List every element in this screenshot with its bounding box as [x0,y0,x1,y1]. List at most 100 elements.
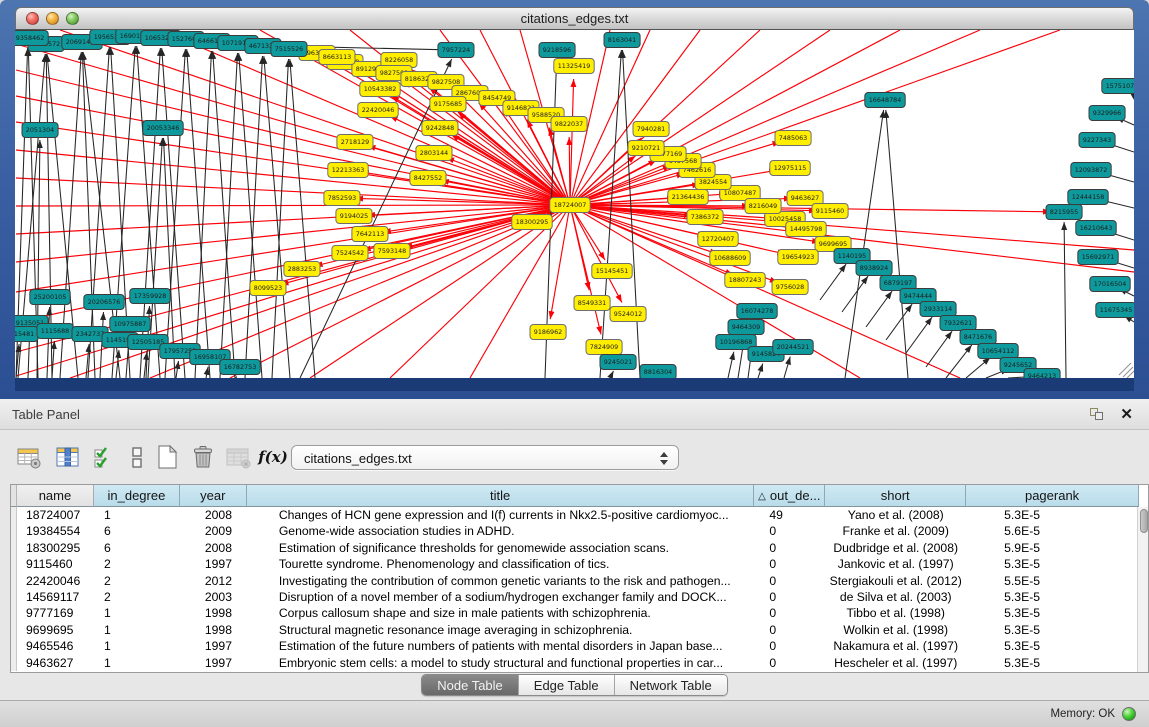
delete-column-icon[interactable] [188,442,218,472]
table-scrollbar-thumb[interactable] [1140,509,1148,533]
svg-text:3824554: 3824554 [699,178,727,186]
table-tab-bar: Node TableEdge TableNetwork Table [0,674,1149,700]
tab-node-table[interactable]: Node Table [422,675,519,695]
memory-status-indicator[interactable] [1122,707,1136,721]
cell-pagerank: 5.3E-5 [966,605,1139,621]
table-row[interactable]: 911546021997Tourette syndrome. Phenomeno… [11,556,1139,572]
tab-edge-table[interactable]: Edge Table [519,675,615,695]
column-header-title[interactable]: title [247,485,755,507]
cell-name: 18300295 [17,540,94,556]
column-header-out-de-[interactable]: △out_de... [754,485,825,507]
column-header-name[interactable]: name [17,485,94,507]
svg-text:14495798: 14495798 [790,225,823,233]
svg-text:9186962: 9186962 [534,328,562,336]
cell-title: Estimation of significance thresholds fo… [247,540,755,556]
table-row[interactable]: 1456911722003Disruption of a novel membe… [11,589,1139,605]
svg-text:8215955: 8215955 [1050,208,1078,216]
sort-ascending-icon: △ [758,491,766,502]
show-column-icon[interactable] [53,442,83,472]
cell-out-de-: 0 [754,573,825,589]
table-row[interactable]: 977716911998Corpus callosum shape and si… [11,605,1139,621]
table-row[interactable]: 1938455462009Genome-wide association stu… [11,523,1139,539]
cell-short: Nakamura et al. (1997) [825,638,966,654]
application-window: citations_edges.txt 18724007183002958601… [0,0,1149,727]
cell-name: 19384554 [17,523,94,539]
svg-text:12093872: 12093872 [1075,166,1108,174]
cell-in-degree: 1 [94,655,180,671]
table-row[interactable]: 1830029562008Estimation of significance … [11,540,1139,556]
svg-text:12213363: 12213363 [332,166,365,174]
network-window-titlebar[interactable]: citations_edges.txt [15,7,1134,30]
column-header-in-degree[interactable]: in_degree [94,485,180,507]
tab-network-table[interactable]: Network Table [615,675,727,695]
column-header-short[interactable]: short [825,485,966,507]
table-header-row: namein_degreeyeartitle△out_de...shortpag… [11,485,1139,507]
cell-name: 9115460 [17,556,94,572]
cell-in-degree: 2 [94,589,180,605]
cell-short: Dudbridge et al. (2008) [825,540,966,556]
cell-year: 2008 [180,540,247,556]
svg-text:7386372: 7386372 [691,213,719,221]
svg-text:2342737: 2342737 [76,330,104,338]
cell-short: Hescheler et al. (1997) [825,655,966,671]
svg-text:12505185: 12505185 [132,338,165,346]
cell-pagerank: 5.3E-5 [966,556,1139,572]
cell-short: Franke et al. (2009) [825,523,966,539]
row-height-icon[interactable] [122,442,152,472]
svg-text:10654112: 10654112 [982,347,1015,355]
cell-pagerank: 5.9E-5 [966,540,1139,556]
table-row[interactable]: 946554611997Estimation of the future num… [11,638,1139,654]
float-panel-icon[interactable] [1090,408,1105,421]
column-header-year[interactable]: year [180,485,247,507]
svg-text:9463627: 9463627 [791,194,819,202]
svg-text:8549331: 8549331 [578,299,606,307]
table-row[interactable]: 1872400712008Changes of HCN gene express… [11,507,1139,523]
window-frame-strip [15,378,1134,391]
network-canvas[interactable]: 1872400718300295860123889129548226058982… [15,30,1134,378]
cell-name: 14569117 [17,589,94,605]
svg-text:2718129: 2718129 [341,138,369,146]
cell-year: 2012 [180,573,247,589]
svg-text:7515526: 7515526 [275,45,303,53]
svg-text:6879197: 6879197 [884,279,912,287]
cell-title: Investigating the contribution of common… [247,573,755,589]
cell-year: 1997 [180,655,247,671]
cell-year: 1998 [180,605,247,621]
cell-name: 9699695 [17,622,94,638]
cell-pagerank: 5.3E-5 [966,507,1139,523]
table-row[interactable]: 946362711997Embryonic stem cells: a mode… [11,655,1139,671]
svg-text:8816304: 8816304 [644,368,672,376]
cell-short: Yano et al. (2008) [825,507,966,523]
select-columns-icon[interactable] [90,442,120,472]
table-panel: Table Panel ✕ [0,399,1149,700]
svg-text:19358462: 19358462 [15,34,44,42]
table-scrollbar[interactable] [1137,507,1148,672]
cell-title: Corpus callosum shape and size in male p… [247,605,755,621]
network-window-title: citations_edges.txt [16,11,1133,26]
cell-title: Disruption of a novel member of a sodium… [247,589,755,605]
table-row[interactable]: 2242004622012Investigating the contribut… [11,573,1139,589]
function-builder-icon[interactable]: f(x) [258,442,288,472]
svg-text:9115460: 9115460 [816,207,844,215]
table-settings-icon[interactable] [14,442,44,472]
svg-text:2883253: 2883253 [288,265,316,273]
cell-title: Structural magnetic resonance image aver… [247,622,755,638]
svg-text:15145451: 15145451 [596,267,629,275]
citation-network-graph[interactable]: 1872400718300295860123889129548226058982… [15,30,1134,378]
cell-in-degree: 1 [94,605,180,621]
table-selector-dropdown[interactable]: citations_edges.txt [291,445,679,470]
close-panel-icon[interactable]: ✕ [1120,405,1133,423]
cell-short: Tibbo et al. (1998) [825,605,966,621]
table-row[interactable]: 969969511998Structural magnetic resonanc… [11,622,1139,638]
svg-text:10543382: 10543382 [364,85,397,93]
create-column-icon[interactable] [152,442,182,472]
svg-text:12975115: 12975115 [774,164,807,172]
cell-out-de-: 0 [754,589,825,605]
cell-pagerank: 5.3E-5 [966,622,1139,638]
cell-pagerank: 5.3E-5 [966,589,1139,605]
cell-pagerank: 5.3E-5 [966,655,1139,671]
svg-text:11675345: 11675345 [1100,306,1133,314]
column-header-pagerank[interactable]: pagerank [966,485,1139,507]
cell-out-de-: 0 [754,605,825,621]
svg-text:20206576: 20206576 [88,298,121,306]
